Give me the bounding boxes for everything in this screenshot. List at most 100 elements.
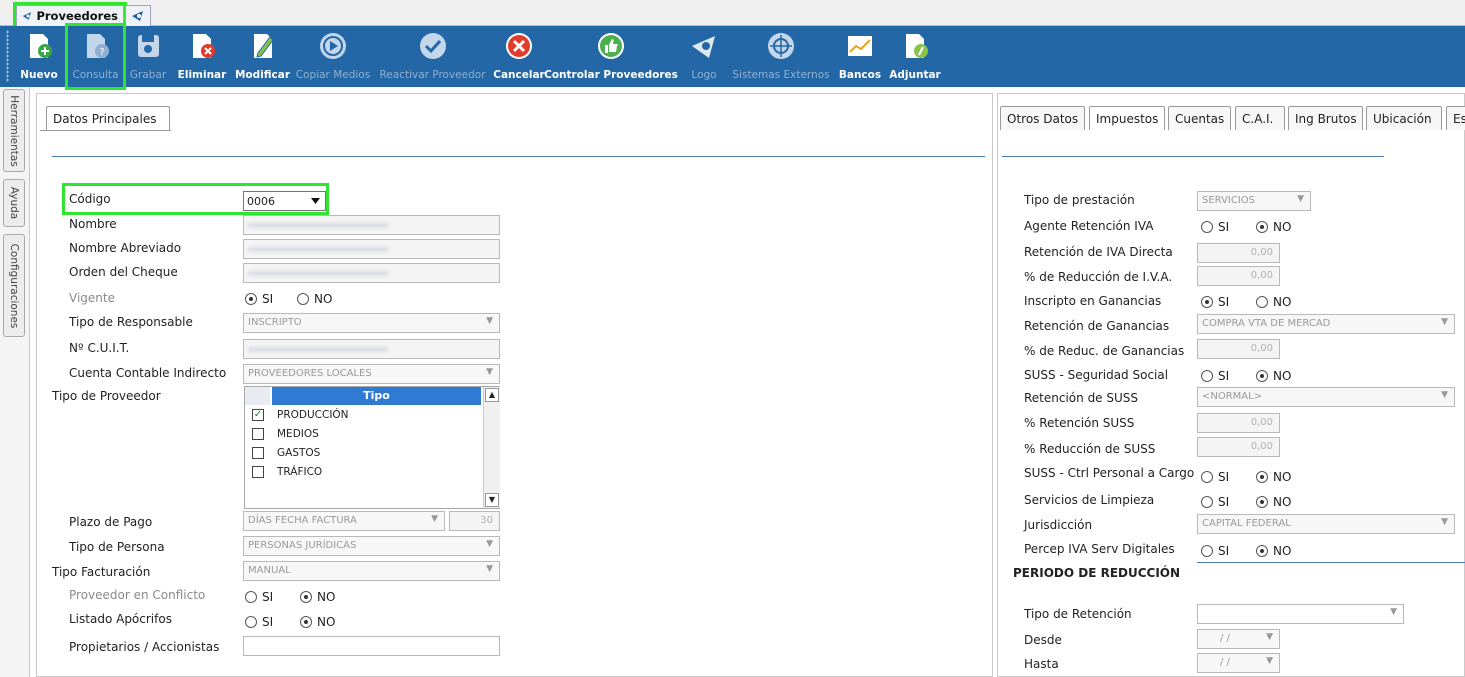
conflicto-si-radio[interactable]: SI [245,590,273,604]
tipo-row[interactable]: TRÁFICO [245,464,481,482]
apocrifos-no-radio[interactable]: NO [300,615,335,629]
propietarios-label: Propietarios / Accionistas [69,640,220,654]
cancel-button[interactable]: Cancelar [493,26,545,87]
tipo-facturacion-select[interactable]: MANUAL ▼ [243,561,500,581]
checkbox-unchecked-icon[interactable] [252,428,264,440]
checkbox-checked-icon[interactable]: ✓ [252,409,264,421]
attach-button[interactable]: Adjuntar [889,26,941,87]
plazo-dias-field[interactable]: 30 [449,511,500,531]
radio-si-label: SI [262,292,274,306]
side-tab-help-label: Ayuda [8,186,20,220]
cuit-field[interactable] [243,339,500,359]
cuenta-contable-select[interactable]: PROVEEDORES LOCALES ▼ [243,364,500,384]
tipo-responsable-select[interactable]: INSCRIPTO ▼ [243,313,500,333]
right-tab-2[interactable]: Cuentas [1168,106,1231,130]
limpieza-no-radio[interactable]: NO [1256,495,1291,509]
ret-suss-select[interactable]: <NORMAL> ▼ [1197,387,1455,407]
right-tab-4[interactable]: Ing Brutos [1288,106,1363,130]
external-systems-button[interactable]: Sistemas Externos [731,26,831,87]
right-tab-3[interactable]: C.A.I. [1235,106,1285,130]
inscripto-ganancias-no-radio[interactable]: NO [1256,295,1291,309]
grid-scrollbar[interactable]: ▲ ▼ [483,387,500,508]
toolbar-grip[interactable] [6,30,9,82]
tab-proveedores[interactable]: Proveedores [13,2,127,29]
logo-button[interactable]: Logo [684,26,724,87]
pct-red-suss-field[interactable]: 0,00 [1197,437,1280,457]
query-button[interactable]: ? Consulta [65,23,126,90]
save-button[interactable]: Grabar [128,26,168,87]
copy-media-button[interactable]: Copiar Medios [293,26,373,87]
reactivate-button[interactable]: Reactivar Proveedor [376,26,489,87]
orden-cheque-field[interactable] [243,263,500,283]
suss-ctrl-no-radio[interactable]: NO [1256,470,1291,484]
desde-date-picker[interactable]: / / ▼ [1197,629,1280,649]
tipo-row[interactable]: MEDIOS [245,426,481,444]
side-tab-help[interactable]: Ayuda [3,179,25,227]
delete-button[interactable]: Eliminar [176,26,228,87]
tab-datos-principales[interactable]: Datos Principales [46,106,170,130]
radio-si-label: SI [1218,220,1230,234]
radio-unchecked-icon [1201,545,1213,557]
codigo-select[interactable]: 0006 [243,191,326,211]
tipo-prestacion-select[interactable]: SERVICIOS ▼ [1197,191,1311,211]
checkbox-unchecked-icon[interactable] [252,447,264,459]
tipo-retencion-select[interactable]: ▼ [1197,604,1404,624]
suss-si-radio[interactable]: SI [1201,369,1229,383]
tipo-prestacion-value: SERVICIOS [1202,195,1256,206]
red-iva-field[interactable]: 0,00 [1197,266,1280,286]
tipo-row[interactable]: ✓ PRODUCCIÓN [245,407,481,425]
agente-iva-no-radio[interactable]: NO [1256,220,1291,234]
limpieza-label: Servicios de Limpieza [1024,493,1155,507]
chevron-down-icon [311,198,320,204]
delete-label: Eliminar [177,69,227,81]
pct-ret-suss-field[interactable]: 0,00 [1197,413,1280,433]
percep-iva-si-radio[interactable]: SI [1201,544,1229,558]
chevron-down-icon: ▼ [1441,317,1448,327]
side-tab-tools[interactable]: Herramientas [3,89,25,172]
nombre-field[interactable] [243,215,500,235]
conflicto-no-radio[interactable]: NO [300,590,335,604]
jurisdiccion-select[interactable]: CAPITAL FEDERAL ▼ [1197,514,1455,534]
suss-no-radio[interactable]: NO [1256,369,1291,383]
suss-ctrl-si-radio[interactable]: SI [1201,470,1229,484]
scroll-up-icon[interactable]: ▲ [485,388,499,402]
ret-ganancias-select[interactable]: COMPRA VTA DE MERCAD ▼ [1197,314,1455,334]
scroll-down-icon[interactable]: ▼ [485,493,499,507]
tab-extra[interactable] [125,5,151,26]
radio-unchecked-icon [1201,471,1213,483]
radio-unchecked-icon [297,293,309,305]
red-ganancias-field[interactable]: 0,00 [1197,339,1280,359]
plazo-pago-select[interactable]: DÍAS FECHA FACTURA ▼ [243,511,445,531]
desde-label: Desde [1024,633,1062,647]
propietarios-field[interactable] [243,636,500,656]
nombre-abreviado-field[interactable] [243,239,500,259]
right-tab-0[interactable]: Otros Datos [1000,106,1085,130]
control-providers-button[interactable]: Controlar Proveedores [544,26,678,87]
ret-iva-directa-label: Retención de IVA Directa [1024,245,1173,259]
tipo-persona-select[interactable]: PERSONAS JURÍDICAS ▼ [243,536,500,556]
radio-checked-icon [1256,221,1268,233]
hasta-date-picker[interactable]: / / ▼ [1197,653,1280,673]
red-iva-label: % de Reducción de I.V.A. [1024,270,1173,284]
vigente-si-radio[interactable]: SI [245,292,273,306]
right-tab-6[interactable]: Es [1446,106,1465,130]
codigo-value: 0006 [247,195,275,208]
banks-button[interactable]: Bancos [838,26,882,87]
percep-iva-no-radio[interactable]: NO [1256,544,1291,558]
vigente-no-radio[interactable]: NO [297,292,332,306]
new-button[interactable]: Nuevo [19,26,59,87]
checkbox-unchecked-icon[interactable] [252,466,264,478]
ret-iva-directa-field[interactable]: 0,00 [1197,243,1280,263]
agente-iva-label: Agente Retención IVA [1024,219,1154,233]
limpieza-si-radio[interactable]: SI [1201,495,1229,509]
query-doc-icon: ? [86,34,109,58]
side-tab-settings[interactable]: Configuraciones [3,234,25,337]
right-tab-5[interactable]: Ubicación [1366,106,1442,130]
modify-button[interactable]: Modificar [234,26,291,87]
jurisdiccion-label: Jurisdicción [1024,518,1093,532]
tipo-row[interactable]: GASTOS [245,445,481,463]
right-tab-1[interactable]: Impuestos [1089,106,1165,130]
inscripto-ganancias-si-radio[interactable]: SI [1201,295,1229,309]
agente-iva-si-radio[interactable]: SI [1201,220,1229,234]
apocrifos-si-radio[interactable]: SI [245,615,273,629]
